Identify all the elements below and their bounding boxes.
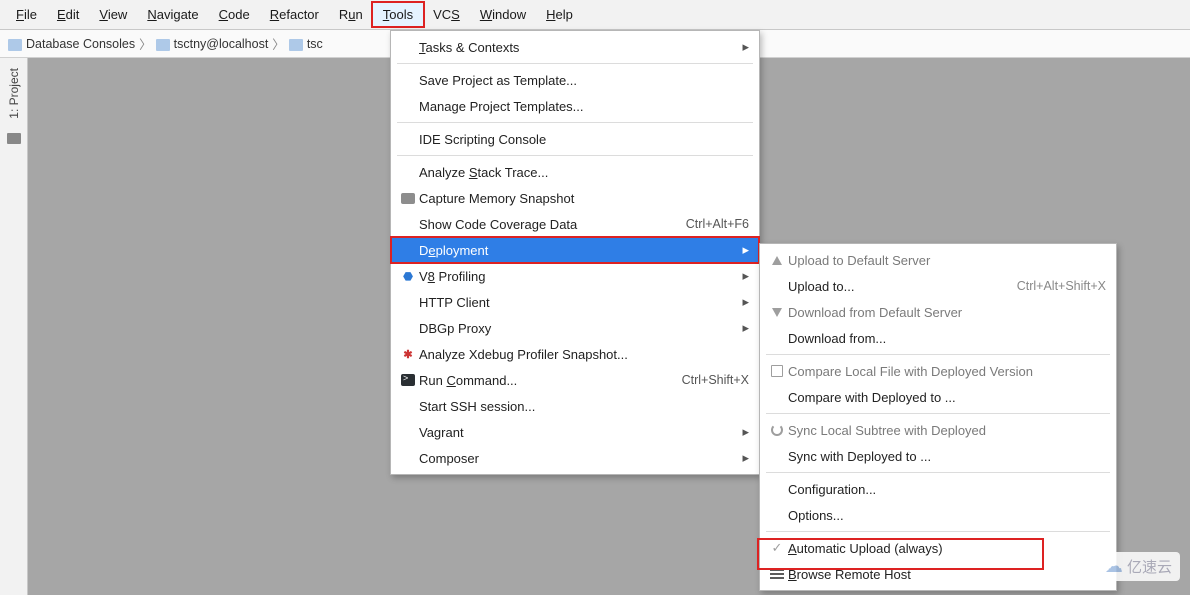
- deployment-submenu: Upload to Default Server Upload to...Ctr…: [759, 243, 1117, 591]
- watermark: ☁ 亿速云: [1097, 552, 1180, 581]
- xdebug-icon: ✱: [403, 348, 412, 361]
- upload-icon: [772, 256, 782, 265]
- menuitem-xdebug[interactable]: ✱Analyze Xdebug Profiler Snapshot...: [391, 341, 759, 367]
- menuitem-tasks[interactable]: Tasks & Contexts ▸: [391, 34, 759, 60]
- menu-window[interactable]: Window: [470, 3, 536, 26]
- menu-edit[interactable]: Edit: [47, 3, 89, 26]
- menuitem-download-from[interactable]: Download from...: [760, 325, 1116, 351]
- menu-help[interactable]: Help: [536, 3, 583, 26]
- menuitem-upload-to[interactable]: Upload to...Ctrl+Alt+Shift+X: [760, 273, 1116, 299]
- menu-navigate[interactable]: Navigate: [137, 3, 208, 26]
- menuitem-compare-local[interactable]: Compare Local File with Deployed Version: [760, 358, 1116, 384]
- menu-vcs[interactable]: VCS: [423, 3, 470, 26]
- crumb-1[interactable]: Database Consoles: [26, 37, 135, 51]
- menu-separator: [766, 472, 1110, 473]
- menuitem-download-default[interactable]: Download from Default Server: [760, 299, 1116, 325]
- menuitem-deployment[interactable]: Deployment▸: [391, 237, 759, 263]
- menuitem-v8[interactable]: ⬣V8 Profiling▸: [391, 263, 759, 289]
- menuitem-coverage[interactable]: Show Code Coverage DataCtrl+Alt+F6: [391, 211, 759, 237]
- menu-separator: [766, 531, 1110, 532]
- chevron-right-icon: ▸: [742, 39, 749, 55]
- chevron-right-icon: ▸: [742, 268, 749, 284]
- terminal-icon: [401, 374, 415, 386]
- menuitem-dbgp[interactable]: DBGp Proxy▸: [391, 315, 759, 341]
- menu-file[interactable]: File: [6, 3, 47, 26]
- menuitem-http[interactable]: HTTP Client▸: [391, 289, 759, 315]
- menuitem-save-template[interactable]: Save Project as Template...: [391, 67, 759, 93]
- menu-separator: [397, 155, 753, 156]
- compare-icon: [771, 365, 783, 377]
- folder-icon: [7, 133, 21, 144]
- menuitem-auto-upload[interactable]: ✓Automatic Upload (always): [760, 535, 1116, 561]
- chevron-right-icon: ▸: [742, 424, 749, 440]
- menuitem-ssh[interactable]: Start SSH session...: [391, 393, 759, 419]
- camera-icon: [401, 193, 415, 204]
- menu-refactor[interactable]: Refactor: [260, 3, 329, 26]
- project-tool-label: 1: Project: [7, 68, 21, 119]
- folder-icon: [156, 39, 170, 51]
- chevron-right-icon: 〉: [272, 34, 285, 53]
- menuitem-vagrant[interactable]: Vagrant▸: [391, 419, 759, 445]
- menuitem-composer[interactable]: Composer▸: [391, 445, 759, 471]
- menuitem-memory-snapshot[interactable]: Capture Memory Snapshot: [391, 185, 759, 211]
- tools-menu-popup: Tasks & Contexts ▸ Save Project as Templ…: [390, 30, 760, 475]
- chevron-right-icon: ▸: [742, 242, 749, 258]
- menuitem-compare-with[interactable]: Compare with Deployed to ...: [760, 384, 1116, 410]
- menuitem-ide-console[interactable]: IDE Scripting Console: [391, 126, 759, 152]
- menu-separator: [766, 413, 1110, 414]
- menu-tools[interactable]: Tools: [373, 3, 423, 26]
- crumb-2[interactable]: tsctny@localhost: [174, 37, 269, 51]
- sync-icon: [771, 424, 783, 436]
- check-icon: ✓: [766, 540, 788, 556]
- project-tool-tab[interactable]: 1: Project: [7, 68, 21, 119]
- menubar: File Edit View Navigate Code Refactor Ru…: [0, 0, 1190, 30]
- crumb-3[interactable]: tsc: [307, 37, 323, 51]
- menu-run[interactable]: Run: [329, 3, 373, 26]
- menuitem-sync-local[interactable]: Sync Local Subtree with Deployed: [760, 417, 1116, 443]
- menuitem-configuration[interactable]: Configuration...: [760, 476, 1116, 502]
- chevron-right-icon: ▸: [742, 320, 749, 336]
- menuitem-manage-templates[interactable]: Manage Project Templates...: [391, 93, 759, 119]
- download-icon: [772, 308, 782, 317]
- menu-separator: [397, 122, 753, 123]
- menu-view[interactable]: View: [89, 3, 137, 26]
- list-icon: [770, 569, 784, 579]
- chevron-right-icon: ▸: [742, 450, 749, 466]
- menuitem-options[interactable]: Options...: [760, 502, 1116, 528]
- menuitem-upload-default[interactable]: Upload to Default Server: [760, 247, 1116, 273]
- menuitem-browse-remote[interactable]: Browse Remote Host: [760, 561, 1116, 587]
- folder-icon: [8, 39, 22, 51]
- chevron-right-icon: 〉: [139, 34, 152, 53]
- menuitem-stack-trace[interactable]: Analyze Stack Trace...: [391, 159, 759, 185]
- menu-separator: [397, 63, 753, 64]
- menuitem-sync-with[interactable]: Sync with Deployed to ...: [760, 443, 1116, 469]
- menu-code[interactable]: Code: [209, 3, 260, 26]
- menuitem-run-command[interactable]: Run Command...Ctrl+Shift+X: [391, 367, 759, 393]
- v8-icon: ⬣: [403, 270, 413, 283]
- menu-separator: [766, 354, 1110, 355]
- chevron-right-icon: ▸: [742, 294, 749, 310]
- sidebar-left: 1: Project: [0, 58, 28, 595]
- folder-icon: [289, 39, 303, 51]
